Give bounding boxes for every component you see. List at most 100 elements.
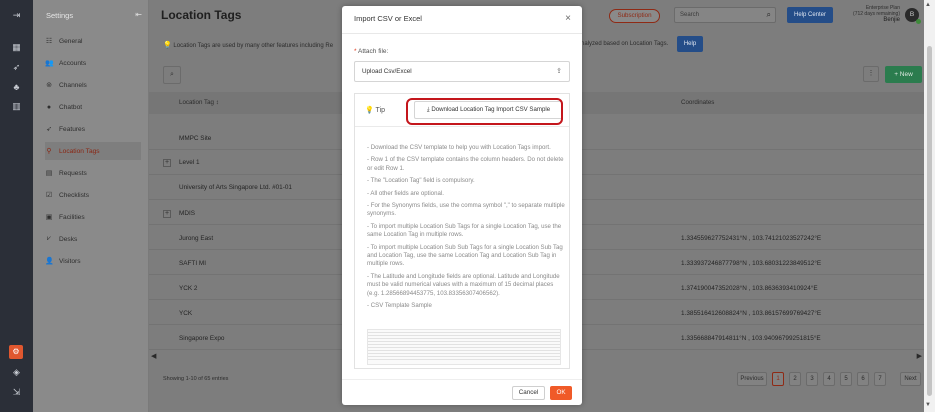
sidebar-item-label: Chatbot [59,103,83,111]
modal-divider [342,33,582,34]
plan-info: Enterprise Plan (712 days remaining) Ben… [837,5,900,23]
attach-file-text: Attach file: [357,48,389,55]
search-input[interactable]: Search ⌕ [674,7,776,23]
location-tag-cell: Singapore Expo [179,335,225,342]
sidebar-item-features[interactable]: ➶ Features [45,120,141,138]
ok-button[interactable]: OK [550,386,572,400]
settings-sidebar: Settings ⇤ ☷ General 👥 Accounts ⊚ Channels … [33,0,149,412]
sidebar-item-channels[interactable]: ⊚ Channels [45,76,141,94]
sidebar-item-visitors[interactable]: 👤 Visitors [45,252,141,270]
sidebar-item-label: Requests [59,169,87,177]
expand-icon[interactable]: + [163,210,171,218]
tip-content: - Download the CSV template to help you … [367,144,565,315]
tip-line: - Row 1 of the CSV template contains the… [367,156,564,172]
sidebar-item-location-tags[interactable]: ⚲ Location Tags [45,142,141,160]
sidebar-title: Settings [46,11,74,20]
info-text-tail: nalyzed based on Location Tags. [581,41,669,47]
pagination-page[interactable]: 5 [840,372,852,386]
checklist-icon: ☑ [45,192,53,199]
sidebar-item-label: Accounts [59,59,87,67]
upload-icon[interactable]: ⇪ [556,67,562,75]
sidebar-item-chatbot[interactable]: ● Chatbot [45,98,141,116]
location-tag-cell: SAFTI MI [179,260,206,267]
help-center-button[interactable]: Help Center [787,7,833,23]
coordinates-cell: 1.385516412608824°N , 103.86157699769427… [681,310,822,317]
pagination-page[interactable]: 3 [806,372,818,386]
search-icon[interactable]: ⌕ [767,10,771,20]
settings-icon[interactable]: ⚙ [9,345,23,359]
sidebar-item-label: Channels [59,81,87,89]
rocket-icon[interactable]: ➶ [0,62,33,73]
highlight-annotation [406,98,563,125]
entries-count: Showing 1-10 of 65 entries [163,376,229,382]
location-tag-cell: MDIS [179,210,195,217]
page-scrollbar-thumb[interactable] [927,46,932,396]
sliders-icon: ☷ [45,38,53,45]
new-button[interactable]: + New [885,66,922,83]
subscription-button[interactable]: Subscription [609,9,660,23]
csv-template-sample-image [367,329,561,365]
sidebar-item-accounts[interactable]: 👥 Accounts [45,54,141,72]
info-banner: 💡 Location Tags are used by many other f… [163,41,333,49]
upload-file-field[interactable]: Upload Csv/Excel ⇪ [354,61,570,82]
sidebar-item-label: Visitors [59,257,81,265]
upload-placeholder: Upload Csv/Excel [362,68,412,75]
location-tag-cell: Jurong East [179,235,214,242]
lightbulb-icon: 💡 [365,107,374,114]
org-chart-icon[interactable]: ♣ [0,82,33,92]
users-icon: 👥 [45,60,54,67]
expand-icon[interactable]: + [163,159,171,167]
help-button[interactable]: Help [677,36,703,52]
cancel-button[interactable]: Cancel [512,386,545,400]
scroll-left-icon[interactable]: ◀ [151,352,156,360]
modal-title: Import CSV or Excel [354,14,422,23]
user-name: Benjie [883,17,900,23]
column-header-location-tag[interactable]: Location Tag ↕ [179,99,219,106]
coordinates-cell: 1.333937246877798°N , 103.68031223849512… [681,260,822,267]
cube-icon[interactable]: ◈ [0,367,33,378]
tip-label: 💡 Tip [365,106,385,114]
sidebar-item-label: Location Tags [59,147,100,155]
more-options-button[interactable]: ⋮ [863,66,879,82]
calendar-icon: ▣ [45,214,53,221]
pagination-page[interactable]: 1 [772,372,784,386]
pagination-previous[interactable]: Previous [737,372,767,386]
tip-line: - For the Synonyms fields, use the comma… [367,202,565,218]
dashboard-icon[interactable]: ▦ [0,42,33,53]
pagination-page[interactable]: 6 [857,372,869,386]
location-tag-cell: YCK [179,310,193,317]
tip-line: - To import multiple Location Sub Tags f… [367,222,562,239]
tip-box: 💡 Tip ⤓ Download Location Tag Import CSV… [354,93,570,369]
location-tag-cell: Level 1 [179,159,200,166]
modal-footer-divider [342,379,582,380]
analytics-icon[interactable]: ▥ [0,101,33,112]
sidebar-item-general[interactable]: ☷ General [45,32,141,50]
attach-file-label: * Attach file: [354,48,388,55]
collapse-icon[interactable]: ⇤ [135,10,142,19]
channels-icon: ⊚ [46,82,52,89]
app-rail: ⇥ ▦ ➶ ♣ ▥ ⚙ ◈ ⇲ [0,0,33,412]
tip-line: - CSV Template Sample [367,302,432,310]
close-icon[interactable]: × [565,13,571,24]
import-csv-modal: Import CSV or Excel × * Attach file: Upl… [342,6,582,405]
tip-line: - Download the CSV template to help you … [367,144,551,151]
scroll-down-icon[interactable]: ▼ [925,402,931,408]
table-search-button[interactable]: ⌕ [163,66,181,84]
online-status-dot [916,19,921,24]
scroll-right-icon[interactable]: ▶ [917,352,922,360]
app-switch-icon[interactable]: ⇥ [0,10,33,21]
sidebar-item-requests[interactable]: ▤ Requests [45,164,141,182]
pagination-page[interactable]: 2 [789,372,801,386]
sidebar-item-label: Checklists [59,191,90,199]
pagination-page[interactable]: 7 [874,372,886,386]
pagination-page[interactable]: 4 [823,372,835,386]
visitor-icon: 👤 [45,258,54,265]
logout-icon[interactable]: ⇲ [0,387,33,398]
pagination-next[interactable]: Next [900,372,921,386]
sidebar-item-label: Features [59,125,86,133]
search-icon: ⌕ [170,71,174,78]
sidebar-item-facilities[interactable]: ▣ Facilities [45,208,141,226]
sidebar-item-checklists[interactable]: ☑ Checklists [45,186,141,204]
scroll-up-icon[interactable]: ▲ [925,2,931,8]
sidebar-item-desks[interactable]: ⩗ Desks [45,230,141,248]
